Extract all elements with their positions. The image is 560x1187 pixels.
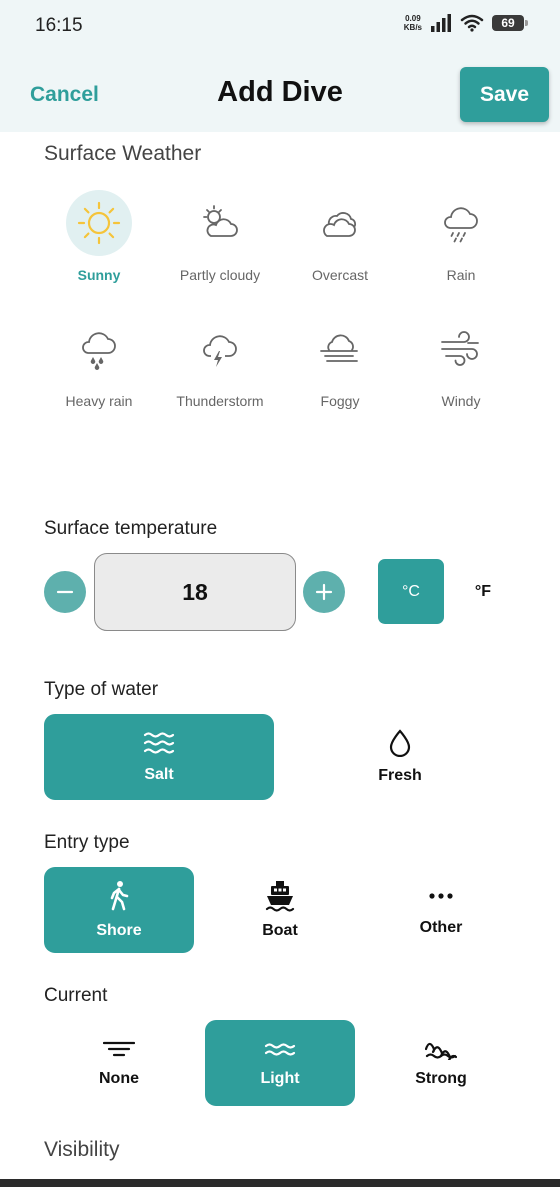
waves-icon xyxy=(143,732,175,754)
battery-icon: 69 xyxy=(492,15,528,31)
weather-label: Thunderstorm xyxy=(176,393,264,409)
weather-icon-wrap xyxy=(187,190,253,256)
weather-option-heavy-rain[interactable]: Heavy rain xyxy=(39,316,159,426)
weather-icon-wrap xyxy=(307,316,373,382)
current-option-none[interactable]: None xyxy=(44,1020,194,1106)
status-time: 16:15 xyxy=(35,15,83,36)
surface-weather-title: Surface Weather xyxy=(44,142,202,165)
entry-option-shore[interactable]: Shore xyxy=(44,867,194,953)
wind-icon xyxy=(441,331,479,366)
status-icons: 0.09 KB/s 69 xyxy=(403,14,528,32)
weather-option-sunny[interactable]: Sunny xyxy=(39,190,159,300)
weather-icon-wrap xyxy=(428,190,494,256)
entry-option-other[interactable]: Other xyxy=(366,867,516,953)
cancel-button[interactable]: Cancel xyxy=(30,83,99,107)
weather-icon-wrap xyxy=(187,316,253,382)
weather-option-overcast[interactable]: Overcast xyxy=(280,190,400,300)
option-label: Other xyxy=(419,919,463,936)
current-option-light[interactable]: Light xyxy=(205,1020,355,1106)
option-label: Salt xyxy=(144,766,174,783)
bottom-navigation-bar xyxy=(0,1179,560,1187)
weather-label: Overcast xyxy=(311,267,368,283)
save-button[interactable]: Save xyxy=(460,67,549,122)
walking-icon xyxy=(110,881,129,911)
plus-icon xyxy=(315,583,333,601)
calm-water-icon xyxy=(103,1041,135,1057)
heavy-rain-icon xyxy=(82,332,116,370)
option-label: Shore xyxy=(96,922,142,939)
weather-option-partly-cloudy[interactable]: Partly cloudy xyxy=(160,190,280,300)
option-label: Light xyxy=(260,1070,300,1087)
sun-icon xyxy=(77,201,121,245)
entry-type-title: Entry type xyxy=(44,832,130,853)
option-label: Strong xyxy=(415,1070,467,1087)
water-drop-icon xyxy=(389,729,411,757)
strong-current-icon xyxy=(425,1042,457,1060)
weather-option-windy[interactable]: Windy xyxy=(401,316,521,426)
option-label: Boat xyxy=(262,922,298,939)
overcast-icon xyxy=(323,212,356,237)
visibility-title: Visibility xyxy=(44,1138,120,1161)
decrease-temperature-button[interactable] xyxy=(44,571,86,613)
app-bar: Add Dive Cancel Save xyxy=(0,52,560,132)
weather-label: Windy xyxy=(441,393,481,409)
boat-icon xyxy=(265,881,295,912)
light-current-icon xyxy=(264,1043,296,1056)
fog-icon xyxy=(320,334,358,362)
rain-icon xyxy=(444,207,478,243)
weather-label: Rain xyxy=(446,267,476,283)
weather-icon-wrap xyxy=(66,316,132,382)
temperature-input[interactable] xyxy=(94,553,296,631)
weather-label: Heavy rain xyxy=(65,393,133,409)
unit-celsius-button[interactable]: °C xyxy=(378,559,444,624)
weather-option-rain[interactable]: Rain xyxy=(401,190,521,300)
entry-option-boat[interactable]: Boat xyxy=(205,867,355,953)
wifi-icon xyxy=(460,14,484,32)
weather-icon-wrap xyxy=(307,190,373,256)
option-label: Fresh xyxy=(378,767,422,784)
water-option-salt[interactable]: Salt xyxy=(44,714,274,800)
thunderstorm-icon xyxy=(203,335,237,367)
weather-icon-wrap xyxy=(66,190,132,256)
increase-temperature-button[interactable] xyxy=(303,571,345,613)
weather-label: Partly cloudy xyxy=(179,267,261,283)
water-type-title: Type of water xyxy=(44,679,159,700)
unit-fahrenheit-button[interactable]: °F xyxy=(450,559,516,624)
surface-temperature-title: Surface temperature xyxy=(44,518,218,539)
water-option-fresh[interactable]: Fresh xyxy=(285,714,515,800)
status-bar: 16:15 0.09 KB/s 69 xyxy=(0,0,560,52)
more-icon xyxy=(429,893,453,899)
network-speed: 0.09 KB/s xyxy=(403,14,422,32)
weather-label: Sunny xyxy=(77,267,121,283)
current-option-strong[interactable]: Strong xyxy=(366,1020,516,1106)
option-label: None xyxy=(99,1070,139,1087)
partly-cloudy-icon xyxy=(203,205,238,237)
weather-option-thunderstorm[interactable]: Thunderstorm xyxy=(160,316,280,426)
minus-icon xyxy=(56,590,74,594)
weather-label: Foggy xyxy=(320,393,360,409)
weather-icon-wrap xyxy=(428,316,494,382)
current-title: Current xyxy=(44,985,108,1006)
signal-icon xyxy=(431,14,451,32)
weather-option-foggy[interactable]: Foggy xyxy=(280,316,400,426)
